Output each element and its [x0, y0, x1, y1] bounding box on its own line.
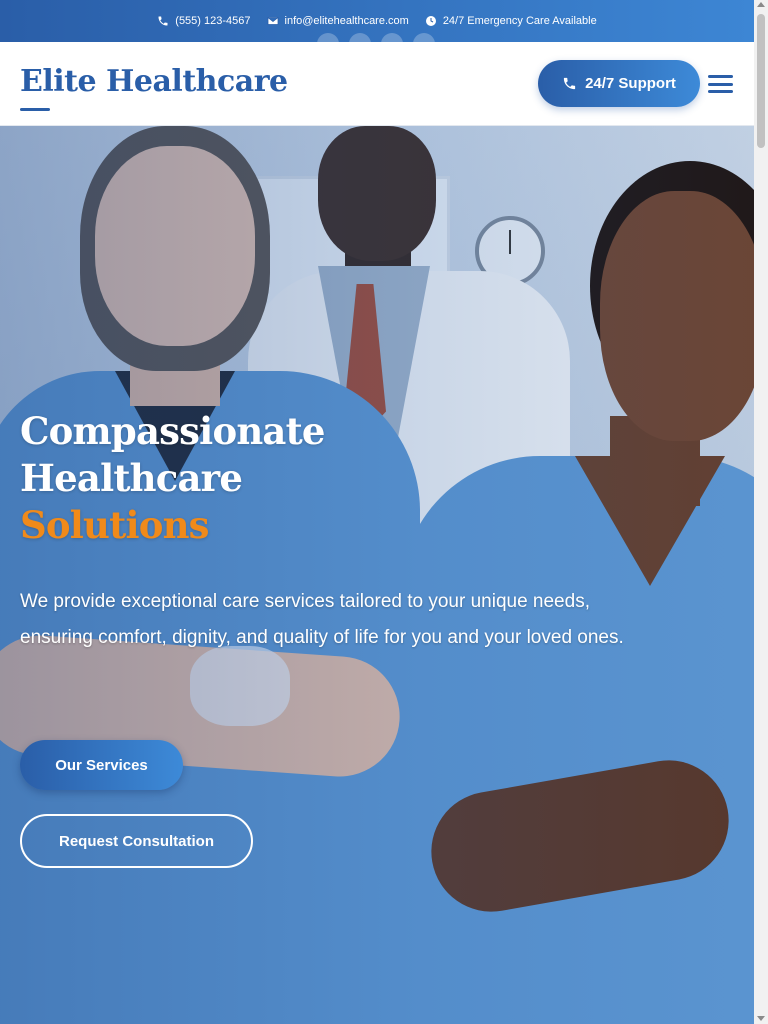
- request-consultation-button[interactable]: Request Consultation: [20, 814, 253, 868]
- clock-icon: [425, 16, 436, 26]
- linkedin-icon[interactable]: [381, 33, 403, 42]
- logo-underline: [20, 108, 50, 111]
- topbar-emergency-text: 24/7 Emergency Care Available: [442, 15, 597, 27]
- hero-section: Compassionate Healthcare Solutions We pr…: [0, 126, 754, 1024]
- menu-line: [708, 82, 733, 86]
- our-services-button[interactable]: Our Services: [20, 740, 183, 790]
- menu-line: [708, 90, 733, 93]
- topbar-email[interactable]: info@elitehealthcare.com: [267, 15, 409, 27]
- envelope-icon: [267, 17, 278, 25]
- scroll-up-arrow-icon[interactable]: [757, 2, 765, 7]
- scrollbar-thumb[interactable]: [757, 14, 765, 148]
- hero-description: We provide exceptional care services tai…: [20, 591, 624, 648]
- phone-icon: [563, 77, 576, 90]
- topbar-phone[interactable]: (555) 123-4567: [157, 15, 251, 27]
- site-header: Elite Healthcare 24/7 Support: [0, 42, 754, 126]
- topbar-emergency: 24/7 Emergency Care Available: [425, 15, 597, 27]
- support-button[interactable]: 24/7 Support: [538, 60, 700, 107]
- instagram-icon[interactable]: [413, 33, 435, 42]
- hero-title-line1: Compassionate: [20, 409, 325, 453]
- twitter-icon[interactable]: [349, 33, 371, 42]
- menu-line: [708, 75, 733, 78]
- top-info-bar: (555) 123-4567 info@elitehealthcare.com …: [0, 0, 754, 42]
- hero-title: Compassionate Healthcare Solutions: [20, 408, 440, 549]
- hero-title-accent: Solutions: [20, 503, 210, 547]
- scroll-down-arrow-icon[interactable]: [757, 1016, 765, 1021]
- topbar-email-text: info@elitehealthcare.com: [284, 15, 409, 27]
- topbar-phone-text: (555) 123-4567: [175, 15, 251, 27]
- hero-title-line2: Healthcare: [20, 456, 243, 500]
- facebook-icon[interactable]: [317, 33, 339, 42]
- social-links: [317, 33, 435, 42]
- page-scrollbar[interactable]: [754, 0, 768, 1024]
- phone-icon: [158, 16, 168, 26]
- support-button-label: 24/7 Support: [585, 75, 676, 92]
- hero-overlay: [0, 126, 754, 1024]
- hamburger-menu-icon[interactable]: [708, 75, 733, 93]
- site-logo[interactable]: Elite Healthcare: [20, 64, 288, 99]
